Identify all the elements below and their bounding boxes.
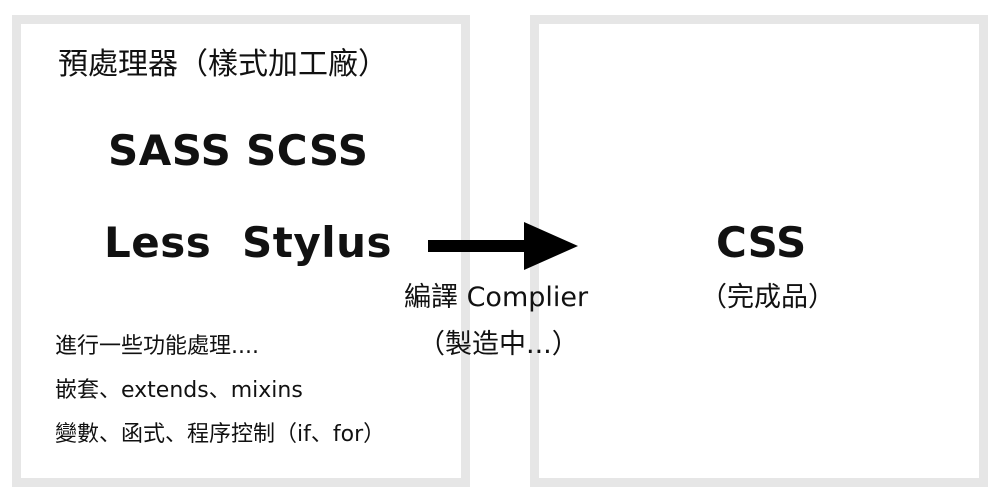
- description-line-features: 嵌套、extends、mixins: [55, 378, 303, 403]
- preprocessor-title: 預處理器（樣式加工廠）: [58, 47, 388, 82]
- css-title: CSS: [716, 218, 807, 267]
- compile-status-label: （製造中...）: [418, 329, 579, 360]
- language-less: Less: [104, 218, 212, 267]
- language-sass: SASS: [108, 126, 232, 175]
- description-line-control: 變數、函式、程序控制（if、for）: [55, 422, 386, 447]
- css-subtitle: （完成品）: [700, 282, 835, 313]
- language-scss: SCSS: [246, 126, 369, 175]
- description-line-processing: 進行一些功能處理....: [55, 334, 259, 359]
- preprocessor-panel: [12, 15, 470, 487]
- compile-arrow-icon: [428, 222, 578, 270]
- language-stylus: Stylus: [242, 218, 392, 267]
- compile-label: 編譯 Complier: [404, 282, 589, 313]
